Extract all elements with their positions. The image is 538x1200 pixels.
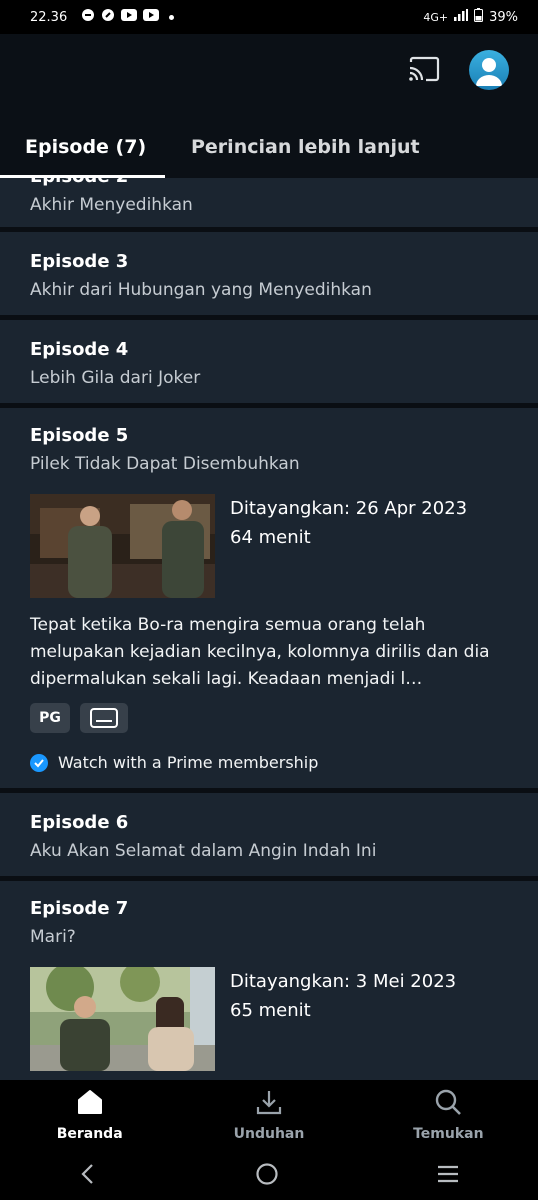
episode-thumbnail[interactable] (30, 494, 215, 598)
nav-find[interactable]: Temukan (359, 1080, 538, 1152)
avatar[interactable] (469, 50, 509, 90)
download-icon (255, 1088, 283, 1120)
episode-subtitle: Mari? (30, 927, 76, 947)
nav-home[interactable]: Beranda (0, 1080, 179, 1152)
prime-membership-text: Watch with a Prime membership (58, 753, 319, 772)
check-icon (30, 753, 48, 772)
subtitles-icon (80, 703, 128, 733)
rating-badge: PG (30, 703, 70, 733)
search-icon (434, 1088, 462, 1120)
episode-description: Tepat ketika Bo-ra mengira semua orang t… (30, 615, 490, 689)
episode-list: Episode 2 Akhir Menyedihkan Episode 3 Ak… (0, 178, 538, 1080)
episode-title: Episode 5 (30, 425, 129, 446)
status-bar: 22.36 4G+ 39% (0, 0, 538, 34)
episode-item-expanded[interactable]: Episode 5 Pilek Tidak Dapat Disembuhkan … (0, 408, 538, 793)
tab-episodes[interactable]: Episode (7) (0, 130, 165, 178)
episode-thumbnail[interactable] (30, 967, 215, 1071)
episode-duration: 65 menit (230, 1000, 311, 1021)
episode-subtitle: Pilek Tidak Dapat Disembuhkan (30, 454, 300, 474)
episode-title: Episode 3 (30, 251, 129, 272)
home-icon (76, 1088, 104, 1120)
episode-title: Episode 4 (30, 339, 129, 360)
nav-home-label: Beranda (56, 1126, 123, 1142)
system-navigation-bar (0, 1152, 538, 1200)
home-circle-icon[interactable] (255, 1162, 279, 1190)
nav-downloads[interactable]: Unduhan (179, 1080, 358, 1152)
battery-icon (474, 8, 484, 26)
app-header: Episode (7) Perincian lebih lanjut (0, 34, 538, 178)
episode-aired-date: Ditayangkan: 3 Mei 2023 (230, 971, 457, 992)
episode-subtitle: Lebih Gila dari Joker (30, 368, 201, 388)
episode-item[interactable]: Episode 6 Aku Akan Selamat dalam Angin I… (0, 793, 538, 881)
signal-icon (454, 9, 469, 25)
episode-title: Episode 7 (30, 898, 129, 919)
battery-level: 39% (489, 9, 518, 25)
episode-item-expanded[interactable]: Episode 7 Mari? Ditayangkan: 3 Mei 2023 … (0, 881, 538, 1080)
episode-item[interactable]: Episode 3 Akhir dari Hubungan yang Menye… (0, 232, 538, 320)
episode-item[interactable]: Episode 2 Akhir Menyedihkan (0, 178, 538, 232)
youtube-icon (143, 9, 160, 25)
episode-subtitle: Aku Akan Selamat dalam Angin Indah Ini (30, 841, 377, 861)
episode-item[interactable]: Episode 4 Lebih Gila dari Joker (0, 320, 538, 408)
recents-icon[interactable] (436, 1164, 460, 1188)
episode-duration: 64 menit (230, 527, 311, 548)
bottom-navigation: Beranda Unduhan Temukan (0, 1080, 538, 1152)
tab-bar: Episode (7) Perincian lebih lanjut (0, 130, 538, 178)
tab-more-details[interactable]: Perincian lebih lanjut (191, 130, 420, 178)
more-notifications-dot (169, 14, 175, 20)
nav-downloads-label: Unduhan (233, 1126, 305, 1142)
youtube-icon (121, 9, 138, 25)
back-icon[interactable] (78, 1163, 98, 1189)
episode-title: Episode 6 (30, 812, 129, 833)
episode-subtitle: Akhir dari Hubungan yang Menyedihkan (30, 280, 372, 300)
episode-aired-date: Ditayangkan: 26 Apr 2023 (230, 498, 468, 519)
notification-icon (101, 8, 115, 26)
prime-membership-note: Watch with a Prime membership (30, 753, 508, 772)
episode-title: Episode 2 (30, 178, 128, 190)
notification-icon (81, 8, 95, 26)
profile-icon (476, 58, 502, 86)
nav-find-label: Temukan (413, 1126, 484, 1142)
network-type: 4G+ (423, 10, 449, 24)
episode-subtitle: Akhir Menyedihkan (30, 195, 193, 215)
status-time: 22.36 (30, 9, 68, 25)
cast-icon[interactable] (408, 56, 440, 86)
